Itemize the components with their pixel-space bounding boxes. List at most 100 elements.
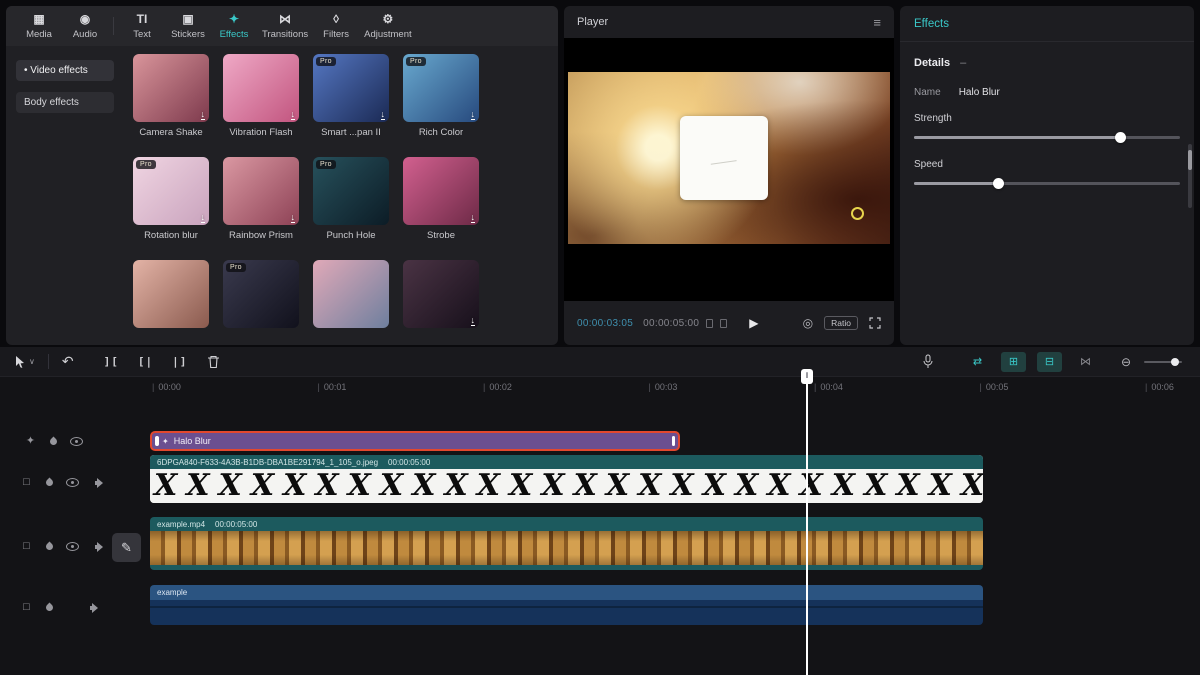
droplet-icon[interactable] — [49, 437, 59, 447]
undo-button[interactable]: ↶ — [62, 353, 74, 370]
tab-adjustment[interactable]: ⚙Adjustment — [359, 6, 417, 46]
effect-card-rich-color[interactable]: Pro↓Rich Color — [398, 54, 484, 157]
droplet-icon[interactable] — [45, 478, 55, 488]
effect-card[interactable] — [128, 260, 214, 345]
frame-icon[interactable]: □ — [20, 601, 33, 614]
effect-thumbnail[interactable]: ↓ — [223, 54, 299, 122]
timeline-ruler[interactable]: |00:00|00:01|00:02|00:03|00:04|00:05|00:… — [0, 377, 1200, 397]
voiceover-mic-button[interactable] — [922, 354, 934, 369]
effect-card[interactable]: Pro — [218, 260, 304, 345]
effect-thumbnail[interactable]: ↓ — [403, 157, 479, 225]
clip-left-handle[interactable] — [155, 436, 159, 446]
speaker-icon[interactable] — [95, 541, 107, 553]
delete-button[interactable] — [207, 355, 220, 369]
trim-right-button[interactable]: |] — [172, 355, 187, 368]
effect-thumbnail[interactable] — [133, 260, 209, 328]
tab-text[interactable]: TIText — [119, 6, 165, 46]
tab-transitions[interactable]: ⋈Transitions — [257, 6, 313, 46]
effect-clip-halo-blur[interactable]: ✦ Halo Blur — [150, 431, 680, 451]
speaker-icon[interactable] — [90, 602, 102, 614]
effects-icon: ✦ — [229, 13, 239, 26]
effect-thumbnail[interactable]: Pro — [313, 157, 389, 225]
pro-badge: Pro — [136, 160, 156, 169]
effect-thumbnail[interactable]: Pro↓ — [133, 157, 209, 225]
split-button[interactable]: ][ — [104, 355, 119, 368]
timeline-tracks: ✦ □ □ □ ✎ ✦ Halo Blur — [0, 397, 1200, 675]
tab-effects[interactable]: ✦Effects — [211, 6, 257, 46]
visibility-eye-icon[interactable] — [70, 437, 83, 446]
chevron-down-icon: ∨ — [29, 357, 35, 366]
speed-slider[interactable] — [914, 177, 1180, 190]
effect-thumbnail[interactable] — [313, 260, 389, 328]
tab-stickers[interactable]: ▣Stickers — [165, 6, 211, 46]
zoom-slider-knob[interactable] — [1171, 358, 1179, 366]
effect-card-punch-hole[interactable]: ProPunch Hole — [308, 157, 394, 260]
details-section-header[interactable]: Details – — [914, 57, 1180, 69]
video-clip[interactable]: example.mp4 00:00:05:00 — [150, 517, 983, 570]
link-toggle[interactable]: ⊟ — [1037, 352, 1062, 372]
strength-slider[interactable] — [914, 131, 1180, 144]
effect-thumbnail[interactable]: ↓ — [403, 260, 479, 328]
ratio-button[interactable]: Ratio — [824, 316, 858, 330]
collapse-icon[interactable]: – — [960, 57, 966, 69]
select-tool-button[interactable]: ∨ — [14, 355, 35, 369]
effects-grid: ↓Camera Shake↓Vibration FlashPro↓Smart .… — [122, 46, 558, 345]
axis-toggle[interactable]: ⋈ — [1073, 352, 1098, 372]
droplet-icon[interactable] — [45, 603, 55, 613]
visibility-eye-icon[interactable] — [66, 542, 79, 551]
effect-thumbnail[interactable]: Pro↓ — [313, 54, 389, 122]
media-icon: ▦ — [33, 13, 44, 26]
sidebar-item-body-effects[interactable]: Body effects — [16, 92, 114, 113]
effect-card-rainbow-prism[interactable]: ↓Rainbow Prism — [218, 157, 304, 260]
tab-audio[interactable]: ◉Audio — [62, 6, 108, 46]
frame-step-back-button[interactable] — [706, 319, 713, 328]
effect-thumbnail[interactable]: ↓ — [223, 157, 299, 225]
effect-card-vibration-flash[interactable]: ↓Vibration Flash — [218, 54, 304, 157]
timeline-toolbar: ∨ ↶ ][ [| |] ⇄ ⊞ ⊟ ⋈ ⊖ — [0, 347, 1200, 377]
trim-left-button[interactable]: [| — [138, 355, 153, 368]
effect-card-rotation-blur[interactable]: Pro↓Rotation blur — [128, 157, 214, 260]
effects-library-panel: ▦ Media ◉Audio TIText▣Stickers✦Effects⋈Tran… — [6, 6, 558, 345]
frame-icon[interactable]: □ — [20, 476, 33, 489]
details-scrollbar-thumb[interactable] — [1188, 150, 1192, 170]
effect-card-camera-shake[interactable]: ↓Camera Shake — [128, 54, 214, 157]
player-menu-icon[interactable]: ≡ — [873, 15, 881, 30]
effect-name: Smart ...pan II — [321, 127, 381, 138]
effect-card[interactable] — [308, 260, 394, 345]
timeline-zoom-slider[interactable] — [1144, 361, 1182, 363]
effect-card-smart-pan-ii[interactable]: Pro↓ Smart ...pan II — [308, 54, 394, 157]
strength-slider-handle[interactable] — [1115, 132, 1126, 143]
effect-thumbnail[interactable]: Pro↓ — [403, 54, 479, 122]
mirror-toggle[interactable]: ⇄ — [965, 352, 990, 372]
frame-icon[interactable]: □ — [20, 540, 33, 553]
details-scrollbar[interactable] — [1188, 144, 1192, 208]
magnet-toggle[interactable]: ⊞ — [1001, 352, 1026, 372]
effect-name: Strobe — [427, 230, 455, 241]
image-clip[interactable]: 6DPGA840-F633-4A3B-B1DB-DBA1BE291794_1_1… — [150, 455, 983, 503]
visibility-eye-icon[interactable] — [66, 478, 79, 487]
speaker-icon[interactable] — [95, 477, 107, 489]
frame-step-forward-button[interactable] — [720, 319, 727, 328]
tab-divider — [113, 17, 114, 35]
play-button[interactable]: ▶ — [749, 316, 758, 330]
audio-clip[interactable]: example — [150, 585, 983, 625]
tab-label: Transitions — [262, 29, 308, 40]
effect-card[interactable]: ↓ — [398, 260, 484, 345]
droplet-icon[interactable] — [45, 542, 55, 552]
pro-badge: Pro — [316, 160, 336, 169]
sidebar-item-video-effects[interactable]: • Video effects — [16, 60, 114, 81]
tab-label: Media — [26, 29, 52, 40]
speed-slider-handle[interactable] — [993, 178, 1004, 189]
effect-card-strobe[interactable]: ↓ Strobe — [398, 157, 484, 260]
zoom-out-button[interactable]: ⊖ — [1121, 355, 1131, 369]
tab-media[interactable]: ▦ Media — [16, 6, 62, 46]
clip-right-handle[interactable] — [672, 436, 676, 446]
fullscreen-icon[interactable] — [869, 317, 881, 329]
video-preview[interactable] — [568, 72, 890, 244]
snapshot-icon[interactable]: ◎ — [803, 316, 813, 330]
tab-filters[interactable]: ◊Filters — [313, 6, 359, 46]
edit-clip-button[interactable]: ✎ — [112, 533, 141, 562]
effect-thumbnail[interactable]: ↓ — [133, 54, 209, 122]
effect-thumbnail[interactable]: Pro — [223, 260, 299, 328]
trim-tools: ][ [| |] — [104, 355, 188, 368]
